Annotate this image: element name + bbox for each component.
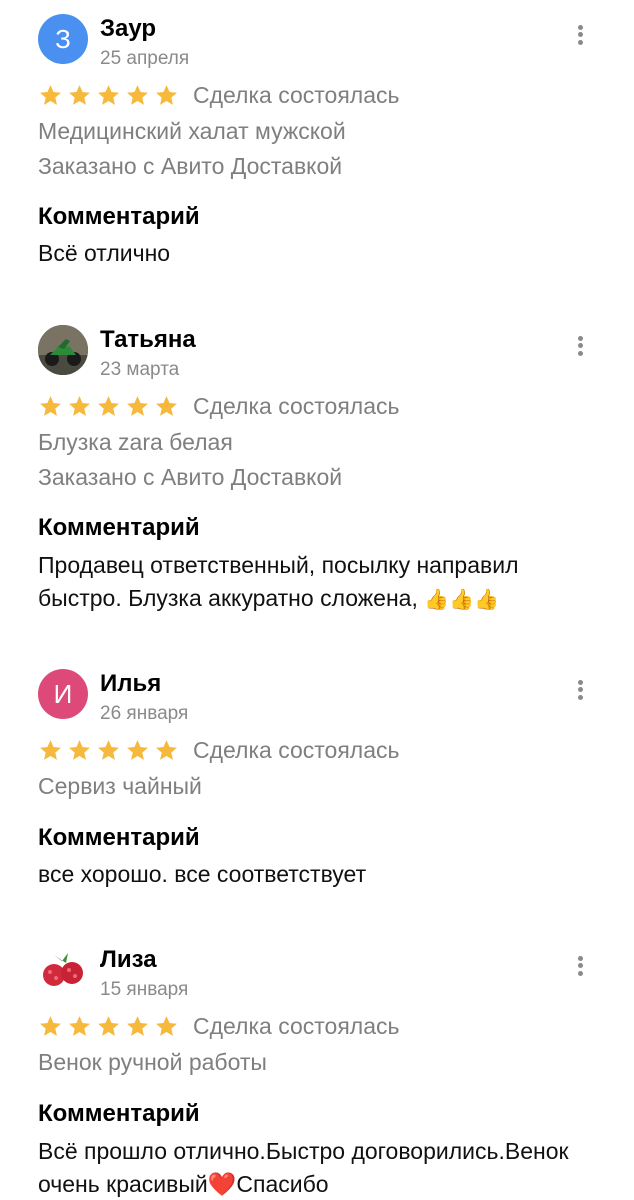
star-icon [40, 739, 61, 760]
star-icon [40, 1015, 61, 1036]
star-icon [156, 84, 177, 105]
more-options-icon[interactable] [570, 331, 590, 361]
deal-status: Сделка состоялась [193, 737, 400, 763]
star-icon [98, 84, 119, 105]
star-icon [98, 739, 119, 760]
comment-heading: Комментарий [38, 824, 200, 851]
deal-status: Сделка состоялась [193, 82, 400, 108]
star-rating [38, 738, 179, 763]
star-icon [98, 1015, 119, 1036]
review-card: И Илья 26 января Сделка состоялась Серви… [0, 669, 634, 909]
comment-heading: Комментарий [38, 1100, 200, 1127]
rating-row: Сделка состоялась [38, 735, 400, 765]
thumbs-up-icon: 👍👍👍 [424, 589, 499, 611]
comment-tail: Спасибо [236, 1171, 329, 1197]
star-icon [69, 395, 90, 416]
star-rating [38, 1014, 179, 1039]
comment-heading: Комментарий [38, 203, 200, 230]
star-icon [69, 1015, 90, 1036]
star-icon [69, 739, 90, 760]
delivery-note: Заказано с Авито Доставкой [38, 153, 343, 179]
delivery-note: Заказано с Авито Доставкой [38, 464, 343, 490]
star-icon [98, 395, 119, 416]
author-name[interactable]: Заур [100, 14, 156, 44]
review-date: 26 января [100, 703, 189, 724]
item-title[interactable]: Сервиз чайный [38, 771, 202, 801]
more-options-icon[interactable] [570, 675, 590, 705]
star-rating [38, 394, 179, 419]
review-date: 23 марта [100, 359, 180, 380]
star-icon [156, 395, 177, 416]
avatar[interactable] [38, 325, 88, 375]
star-icon [127, 1015, 148, 1036]
deal-status: Сделка состоялась [193, 393, 400, 419]
motorcycle-photo-icon [38, 325, 88, 375]
comment-text: Всё прошло отлично.Быстро договорились.В… [38, 1135, 598, 1200]
rating-row: Сделка состоялась [38, 391, 400, 421]
item-title[interactable]: Блузка zara белая [38, 427, 233, 457]
rating-row: Сделка состоялась [38, 80, 400, 110]
star-icon [40, 84, 61, 105]
author-name[interactable]: Илья [100, 669, 161, 699]
raspberry-photo-icon [38, 945, 88, 995]
comment-heading: Комментарий [38, 514, 200, 541]
star-icon [156, 739, 177, 760]
comment-text: все хорошо. все соответствует [38, 861, 367, 887]
review-card: Татьяна 23 марта Сделка состоялась Блузк… [0, 325, 634, 625]
rating-row: Сделка состоялась [38, 1011, 400, 1041]
star-rating [38, 83, 179, 108]
avatar[interactable] [38, 945, 88, 995]
heart-icon: ❤️ [207, 1171, 237, 1197]
deal-status: Сделка состоялась [193, 1013, 400, 1039]
comment-text: Всё отлично [38, 240, 171, 266]
star-icon [127, 739, 148, 760]
review-date: 15 января [100, 979, 189, 1000]
star-icon [127, 84, 148, 105]
author-name[interactable]: Татьяна [100, 325, 196, 355]
more-options-icon[interactable] [570, 951, 590, 981]
star-icon [156, 1015, 177, 1036]
item-title[interactable]: Венок ручной работы [38, 1047, 267, 1077]
author-name[interactable]: Лиза [100, 945, 157, 975]
avatar[interactable]: З [38, 14, 88, 64]
review-date: 25 апреля [100, 48, 190, 69]
star-icon [40, 395, 61, 416]
review-card: З Заур 25 апреля Сделка состоялась Медиц… [0, 14, 634, 294]
star-icon [69, 84, 90, 105]
comment-text: Продавец ответственный, посылку направил… [38, 549, 598, 617]
star-icon [127, 395, 148, 416]
more-options-icon[interactable] [570, 20, 590, 50]
item-title[interactable]: Медицинский халат мужской [38, 116, 346, 146]
review-card: Лиза 15 января Сделка состоялась Венок р… [0, 945, 634, 1200]
avatar[interactable]: И [38, 669, 88, 719]
